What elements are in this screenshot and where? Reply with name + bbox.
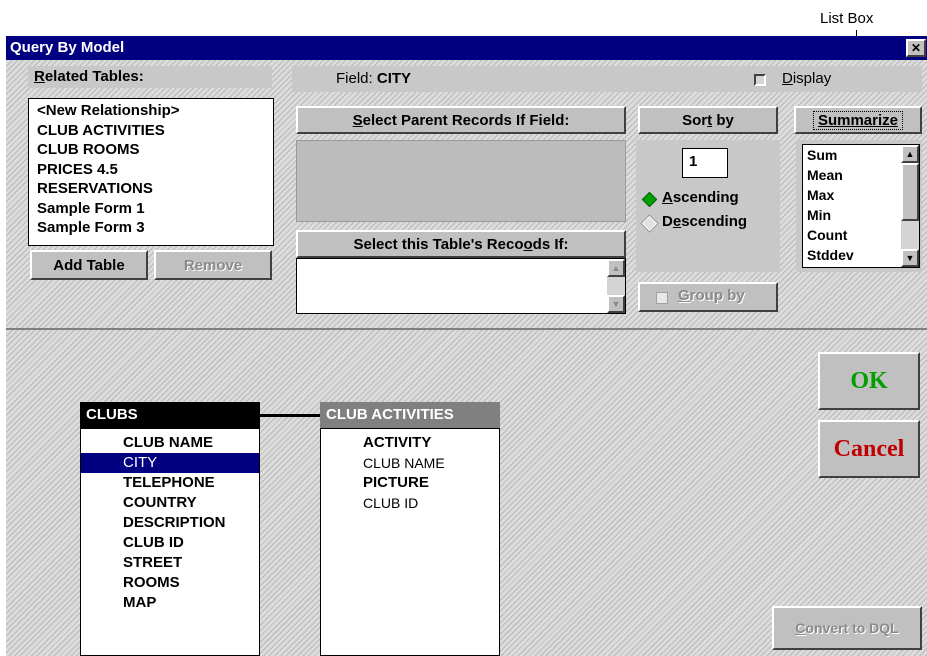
clubs-field-list[interactable]: CLUB NAME CITY TELEPHONE COUNTRY DESCRIPTION… (80, 428, 260, 656)
select-parent-records-button[interactable]: Select Parent Records If Field: (296, 106, 626, 134)
summarize-item[interactable]: Stddev (807, 245, 854, 265)
group-by-option[interactable]: Group by (638, 282, 778, 312)
sort-by-button[interactable]: Sort by (638, 106, 778, 134)
select-table-records-label: Select this Table's Recoods If: (353, 235, 569, 253)
textarea-scrollbar[interactable]: ▲ ▼ (607, 259, 625, 313)
remove-button[interactable]: Remove (154, 250, 272, 280)
ok-label: OK (850, 367, 888, 394)
close-button[interactable]: ✕ (906, 39, 926, 57)
relationship-line (258, 414, 324, 417)
activity-field[interactable]: CLUB ID (321, 493, 499, 513)
scroll-thumb[interactable] (901, 163, 919, 221)
display-label: Display (782, 70, 832, 87)
related-table-item[interactable]: CLUB ROOMS (37, 140, 180, 160)
clubs-field[interactable]: CLUB NAME (81, 433, 259, 453)
related-tables-list[interactable]: <New Relationship> CLUB ACTIVITIES CLUB RO… (28, 98, 274, 246)
sort-panel: 1 Ascending Descending (636, 140, 780, 272)
descending-label[interactable]: Descending (662, 212, 747, 232)
related-table-item[interactable]: PRICES 4.5 (37, 160, 180, 180)
title-bar[interactable]: Query By Model ✕ (6, 36, 927, 60)
dialog-window: Query By Model ✕ Related Tables: <New Re… (4, 36, 927, 656)
parent-records-area[interactable] (296, 140, 626, 222)
clubs-field[interactable]: MAP (81, 593, 259, 613)
scroll-up-icon[interactable]: ▲ (607, 259, 625, 277)
add-table-label: Add Table (53, 256, 125, 274)
clubs-field[interactable]: STREET (81, 553, 259, 573)
scroll-down-icon[interactable]: ▼ (901, 249, 919, 267)
summarize-item[interactable]: Max (807, 185, 854, 205)
ascending-label[interactable]: Ascending (662, 188, 739, 208)
activity-field[interactable]: CLUB NAME (321, 453, 499, 473)
activity-field[interactable]: ACTIVITY (321, 433, 499, 453)
table-area: OK Cancel Convert to DQL CLUBS CLUB NAME… (6, 330, 927, 656)
club-activities-field-list[interactable]: ACTIVITY CLUB NAME PICTURE CLUB ID (320, 428, 500, 656)
related-table-item[interactable]: <New Relationship> (37, 101, 180, 121)
display-checkbox[interactable] (754, 74, 766, 86)
descending-radio-icon[interactable] (640, 214, 659, 233)
summarize-button[interactable]: Summarize (794, 106, 922, 134)
summarize-list[interactable]: Sum Mean Max Min Count Stddev ▲ ▼ (802, 144, 920, 268)
club-activities-table-header[interactable]: CLUB ACTIVITIES (320, 402, 500, 428)
clubs-field[interactable]: DESCRIPTION (81, 513, 259, 533)
field-header: Field: CITY Display (292, 66, 922, 92)
related-table-item[interactable]: Sample Form 1 (37, 199, 180, 219)
clubs-table[interactable]: CLUBS CLUB NAME CITY TELEPHONE COUNTRY DESCR… (80, 402, 260, 656)
scroll-down-icon[interactable]: ▼ (607, 295, 625, 313)
clubs-field[interactable]: CLUB ID (81, 533, 259, 553)
activity-field[interactable]: PICTURE (321, 473, 499, 493)
related-tables-label: Related Tables: (34, 68, 144, 85)
close-icon: ✕ (910, 41, 922, 55)
summarize-label: Summarize (812, 110, 904, 130)
summarize-scrollbar[interactable]: ▲ ▼ (901, 145, 919, 267)
convert-to-dql-button[interactable]: Convert to DQL (772, 606, 922, 650)
list-box-annotation: List Box (820, 10, 874, 27)
summarize-item[interactable]: Count (807, 225, 854, 245)
select-table-records-button[interactable]: Select this Table's Recoods If: (296, 230, 626, 258)
summarize-item[interactable]: Mean (807, 165, 854, 185)
remove-label: Remove (183, 256, 243, 274)
clubs-table-title: CLUBS (86, 406, 138, 423)
ascending-radio-icon[interactable] (641, 191, 658, 208)
clubs-field-selected[interactable]: CITY (81, 453, 259, 473)
group-by-checkbox[interactable] (656, 292, 668, 304)
related-table-item[interactable]: RESERVATIONS (37, 179, 180, 199)
select-parent-records-label: Select Parent Records If Field: (352, 111, 570, 129)
club-activities-table[interactable]: CLUB ACTIVITIES ACTIVITY CLUB NAME PICTURE… (320, 402, 500, 656)
related-table-item[interactable]: CLUB ACTIVITIES (37, 121, 180, 141)
clubs-field[interactable]: TELEPHONE (81, 473, 259, 493)
field-label: Field: CITY (336, 70, 412, 87)
clubs-field[interactable]: COUNTRY (81, 493, 259, 513)
window-title: Query By Model (10, 39, 125, 56)
related-tables-header: Related Tables: (28, 66, 272, 88)
cancel-button[interactable]: Cancel (818, 420, 920, 478)
sort-by-label: Sort by (682, 111, 734, 129)
table-records-textarea[interactable]: ▲ ▼ (296, 258, 626, 314)
clubs-field[interactable]: ROOMS (81, 573, 259, 593)
cancel-label: Cancel (833, 435, 905, 462)
control-panel: Related Tables: <New Relationship> CLUB A… (6, 60, 927, 330)
summarize-item[interactable]: Sum (807, 145, 854, 165)
group-by-label: Group by (678, 287, 745, 304)
club-activities-table-title: CLUB ACTIVITIES (326, 406, 454, 423)
convert-label: Convert to DQL (795, 620, 899, 636)
add-table-button[interactable]: Add Table (30, 250, 148, 280)
related-table-item[interactable]: Sample Form 3 (37, 218, 180, 238)
ok-button[interactable]: OK (818, 352, 920, 410)
scroll-up-icon[interactable]: ▲ (901, 145, 919, 163)
sort-order-input[interactable]: 1 (682, 148, 728, 178)
summarize-item[interactable]: Min (807, 205, 854, 225)
clubs-table-header[interactable]: CLUBS (80, 402, 260, 428)
